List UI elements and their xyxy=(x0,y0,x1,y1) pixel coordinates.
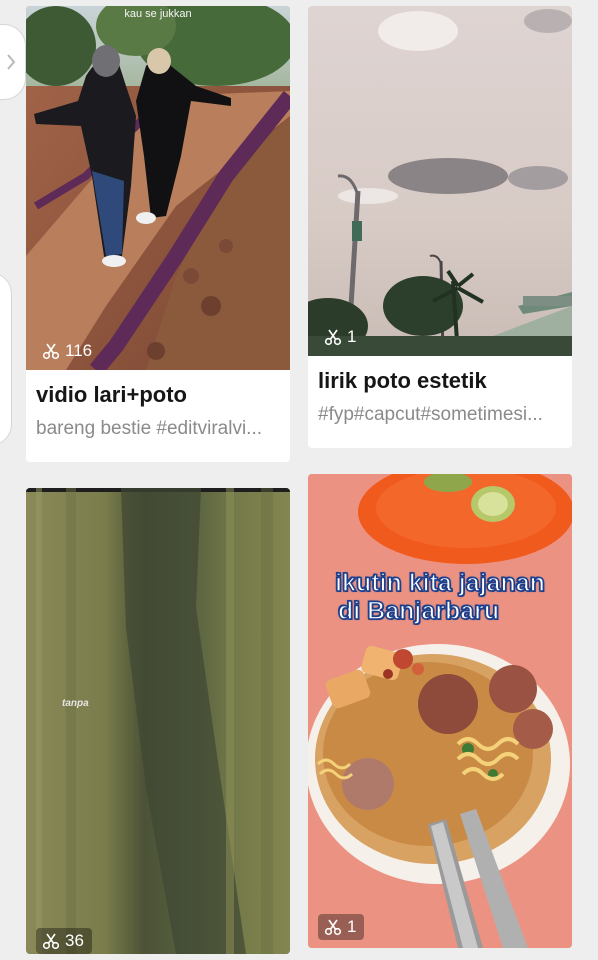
template-description: #fyp#capcut#sometimesi... xyxy=(318,404,543,425)
usage-count-badge: 1 xyxy=(318,324,364,350)
scissors-icon xyxy=(42,343,60,360)
template-card[interactable]: kau se jukkan 116 vidio lari+poto bareng… xyxy=(26,6,290,462)
side-panel-tab-secondary[interactable] xyxy=(0,272,12,446)
template-title: lirik poto estetik xyxy=(318,368,487,393)
usage-count: 1 xyxy=(347,327,357,346)
template-card[interactable]: tanpa 36 xyxy=(26,488,290,954)
usage-count-badge: 36 xyxy=(36,928,92,954)
chevron-right-icon xyxy=(7,54,16,70)
template-description: bareng bestie #editviralvi... xyxy=(36,418,263,439)
template-thumbnail[interactable]: tanpa 36 xyxy=(26,488,290,954)
template-thumbnail[interactable]: kau se jukkan 116 xyxy=(26,6,290,370)
scissors-icon xyxy=(324,329,342,346)
scissors-icon xyxy=(42,933,60,950)
usage-count: 1 xyxy=(347,917,357,936)
scissors-icon xyxy=(324,919,342,936)
template-thumbnail[interactable]: ikutin kita jajanan di Banjarbaru 1 xyxy=(308,474,572,948)
overlay-text-line-1: ikutin kita jajanan xyxy=(334,568,545,598)
template-card[interactable]: 1 lirik poto estetik #fyp#capcut#sometim… xyxy=(308,6,572,448)
template-thumbnail[interactable]: 1 xyxy=(308,6,572,356)
overlay-text-line-2: di Banjarbaru xyxy=(337,596,500,626)
usage-count: 36 xyxy=(65,931,84,950)
usage-count-badge: 1 xyxy=(318,914,365,940)
usage-count-badge: 116 xyxy=(36,338,100,364)
template-card[interactable]: ikutin kita jajanan di Banjarbaru 1 xyxy=(308,474,572,948)
video-text: tanpa xyxy=(62,698,89,709)
video-caption: kau se jukkan xyxy=(124,8,192,20)
usage-count: 116 xyxy=(65,341,93,360)
template-title: vidio lari+poto xyxy=(36,382,187,407)
side-panel-tab[interactable] xyxy=(0,24,26,100)
